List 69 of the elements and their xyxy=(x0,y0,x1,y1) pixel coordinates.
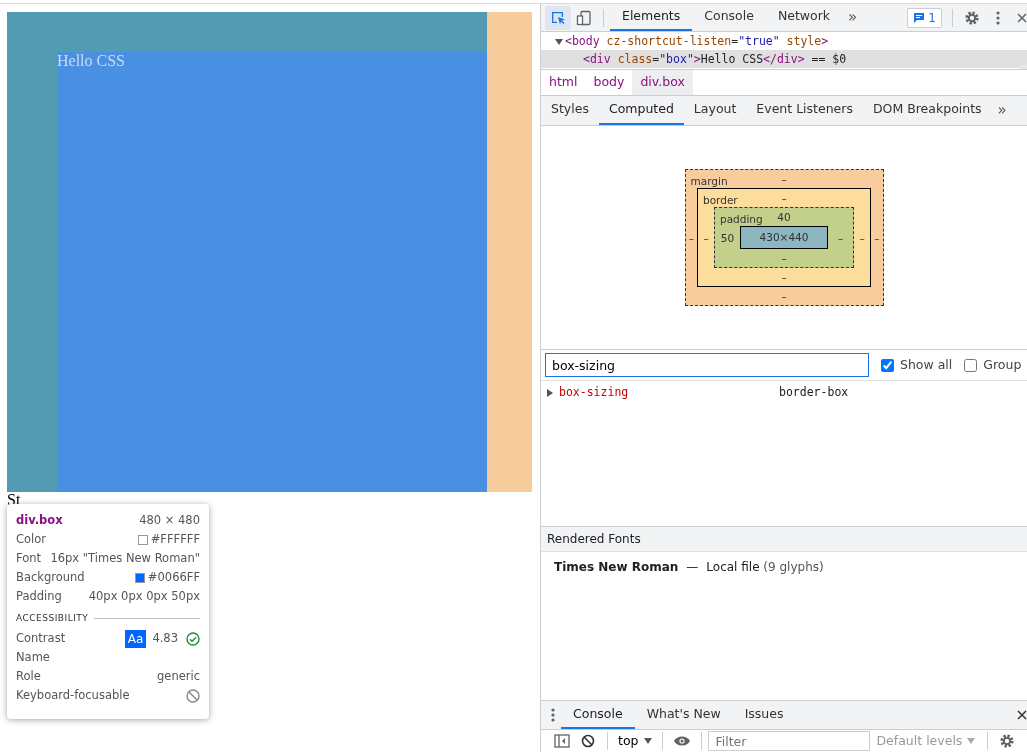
sidebar-tab[interactable]: Event Listeners xyxy=(746,96,863,125)
tooltip-label: Color xyxy=(16,530,47,548)
drawer-tab[interactable]: Issues xyxy=(732,701,796,729)
tooltip-value: #0066FF xyxy=(147,568,200,586)
tooltip-value: generic xyxy=(157,668,200,686)
caret-icon xyxy=(967,738,976,744)
section-heading: ACCESSIBILITY xyxy=(16,612,89,625)
more-tabs-button[interactable]: » xyxy=(991,99,1013,122)
tooltip-label: Role xyxy=(16,668,41,686)
inspect-icon[interactable] xyxy=(545,5,571,30)
box-value: – xyxy=(837,231,844,244)
section-header: Rendered Fonts xyxy=(541,526,1027,552)
box-value: – xyxy=(859,231,865,244)
box-value: – xyxy=(781,290,787,302)
tooltip-value: 16px "Times New Roman" xyxy=(50,549,200,567)
tooltip-value: 40px 0px 0px 50px xyxy=(88,587,200,605)
caret-icon xyxy=(644,738,653,744)
issues-button[interactable]: 1 xyxy=(907,7,942,28)
more-tabs-button[interactable]: » xyxy=(842,6,864,29)
content-box: 430×440 xyxy=(740,226,828,249)
box-value: – xyxy=(874,231,880,244)
box-label: margin xyxy=(690,174,728,189)
tooltip-selector: div.box xyxy=(16,511,63,529)
message-icon xyxy=(913,11,926,24)
tooltip-label: Keyboard-focusable xyxy=(16,687,130,705)
tooltip-label: Contrast xyxy=(16,630,66,648)
panel-tab[interactable]: Network xyxy=(765,4,843,31)
tooltip-size: 480 × 480 xyxy=(139,511,200,529)
tooltip-value: 4.83 xyxy=(152,630,178,648)
tooltip-label: Name xyxy=(16,649,50,667)
tooltip-value: #FFFFFF xyxy=(150,530,200,548)
box-value: – xyxy=(781,271,787,283)
box-value: 40 xyxy=(777,211,791,223)
context-select[interactable]: top xyxy=(614,731,657,751)
filter-field[interactable]: Filter xyxy=(708,731,871,751)
panel-tab[interactable]: Console xyxy=(692,4,766,31)
sidebar-tab[interactable]: Layout xyxy=(683,96,747,125)
expand-triangle-icon[interactable] xyxy=(547,389,554,397)
dom-node-line[interactable]: <body cz-shortcut-listen="true" style> xyxy=(541,32,1027,50)
checkbox[interactable] xyxy=(881,358,894,372)
font-name: Times New Roman xyxy=(554,559,679,576)
breadcrumb[interactable]: div.box xyxy=(632,70,693,95)
checkbox-label[interactable]: Group xyxy=(983,355,1022,375)
breadcrumb[interactable]: body xyxy=(585,70,633,95)
tooltip-label: Padding xyxy=(16,587,62,605)
drag-handle-icon[interactable] xyxy=(551,707,555,723)
checkbox-label[interactable]: Show all xyxy=(900,355,953,375)
sidebar-tab[interactable]: Styles xyxy=(541,96,599,125)
checkbox[interactable] xyxy=(964,358,978,372)
box-value: – xyxy=(703,231,709,244)
breadcrumb[interactable]: html xyxy=(541,70,586,95)
box-label: padding xyxy=(720,212,763,227)
tooltip-label: Font xyxy=(16,549,42,567)
separator-dash: — xyxy=(686,559,699,576)
sidebar-tab[interactable]: DOM Breakpoints xyxy=(862,96,992,125)
contrast-sample: Aa xyxy=(124,630,147,648)
box-value: – xyxy=(781,252,787,264)
property-name: box-sizing xyxy=(559,384,630,402)
font-source: Local file (9 glyphs) xyxy=(706,559,824,576)
property-value: border-box xyxy=(779,384,849,402)
filter-field[interactable]: box-sizing xyxy=(545,353,869,377)
box-value: – xyxy=(781,173,787,185)
box-text: Hello CSS xyxy=(57,52,125,70)
box-label: border xyxy=(703,193,738,208)
box-value: 50 xyxy=(720,231,735,244)
tooltip-label: Background xyxy=(16,568,85,586)
box-value: – xyxy=(688,231,694,244)
box-value: – xyxy=(781,192,787,204)
drawer-tab[interactable]: What's New xyxy=(634,701,733,729)
